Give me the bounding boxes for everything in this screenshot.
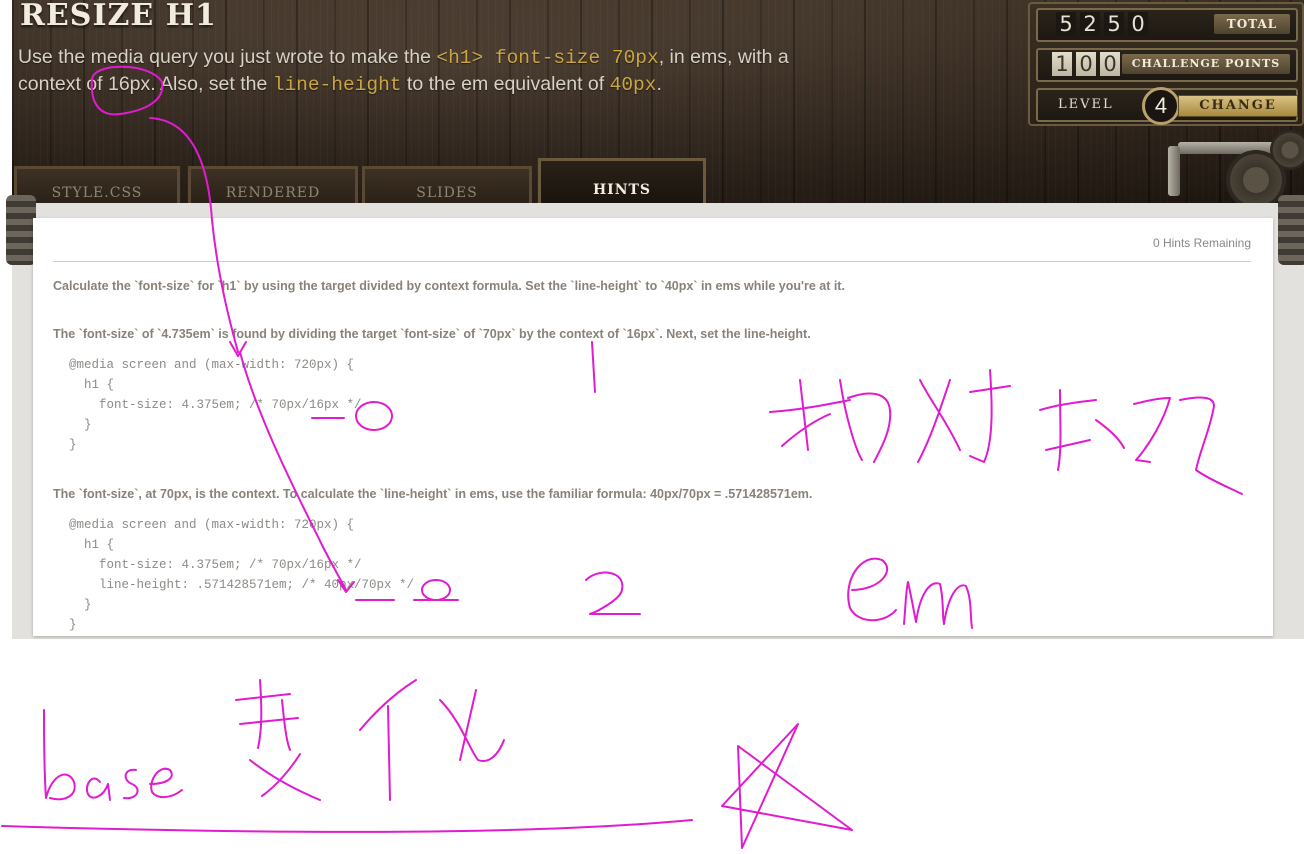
instruction-code: line-height (272, 74, 402, 96)
total-digit: 2 (1080, 12, 1100, 36)
ink-stroke (1, 819, 693, 833)
total-counter: 5 2 5 0 TOTAL (1036, 8, 1298, 42)
challenge-digit: 1 (1052, 52, 1072, 76)
code-snippet: @media screen and (max-width: 720px) { h… (69, 518, 415, 632)
hint-text: The `font-size` of `4.735em` is found by… (53, 327, 811, 341)
total-digit: 5 (1056, 12, 1076, 36)
gear-icon (1270, 130, 1304, 170)
divider (53, 261, 1251, 262)
instruction-text: to the em equivalent of (401, 73, 610, 95)
challenge-digit: 0 (1076, 52, 1096, 76)
challenge-points-counter: 1 0 0 CHALLENGE POINTS (1036, 48, 1298, 82)
ink-stroke (359, 679, 505, 801)
instruction-text: . (656, 73, 662, 95)
ink-stroke (43, 709, 76, 801)
instruction-code: <h1> font-size 70px (436, 47, 659, 69)
challenge-title: RESIZE H1 (20, 0, 217, 33)
total-digit: 0 (1128, 12, 1148, 36)
instruction-text: Use the media query you just wrote to ma… (18, 46, 437, 68)
tab-slides[interactable]: SLIDES (362, 166, 532, 203)
hint-text: Calculate the `font-size` for `h1` by us… (53, 279, 845, 293)
level-label: LEVEL (1058, 97, 1114, 112)
hints-remaining: 0 Hints Remaining (1152, 236, 1251, 250)
tab-rendered[interactable]: RENDERED (188, 166, 358, 203)
challenge-digit: 0 (1100, 52, 1120, 76)
total-digit: 5 (1104, 12, 1124, 36)
level-row: LEVEL 4 CHANGE (1036, 87, 1298, 125)
code-snippet: @media screen and (max-width: 720px) { h… (69, 358, 362, 452)
ink-stroke (86, 777, 111, 801)
pipe-decoration (1168, 146, 1180, 196)
challenge-instructions: Use the media query you just wrote to ma… (18, 44, 838, 98)
total-label: TOTAL (1214, 14, 1290, 34)
tab-style-css[interactable]: STYLE.CSS (14, 166, 180, 203)
ink-stroke (123, 768, 139, 800)
ink-stroke (721, 723, 853, 849)
hints-card: 0 Hints Remaining Calculate the `font-si… (33, 218, 1273, 636)
tab-hints[interactable]: HINTS (538, 158, 706, 203)
instruction-code: 40px (609, 74, 657, 96)
ink-stroke (235, 679, 321, 801)
change-level-button[interactable]: CHANGE (1178, 95, 1298, 117)
score-panel: 5 2 5 0 TOTAL 1 0 0 CHALLENGE POINTS LEV… (1028, 2, 1304, 126)
gear-icon (1278, 195, 1304, 265)
challenge-points-label: CHALLENGE POINTS (1122, 54, 1290, 74)
ink-stroke (149, 767, 183, 798)
hint-text: The `font-size`, at 70px, is the context… (53, 487, 813, 501)
level-badge: 4 (1142, 87, 1180, 125)
gear-icon (6, 195, 36, 265)
